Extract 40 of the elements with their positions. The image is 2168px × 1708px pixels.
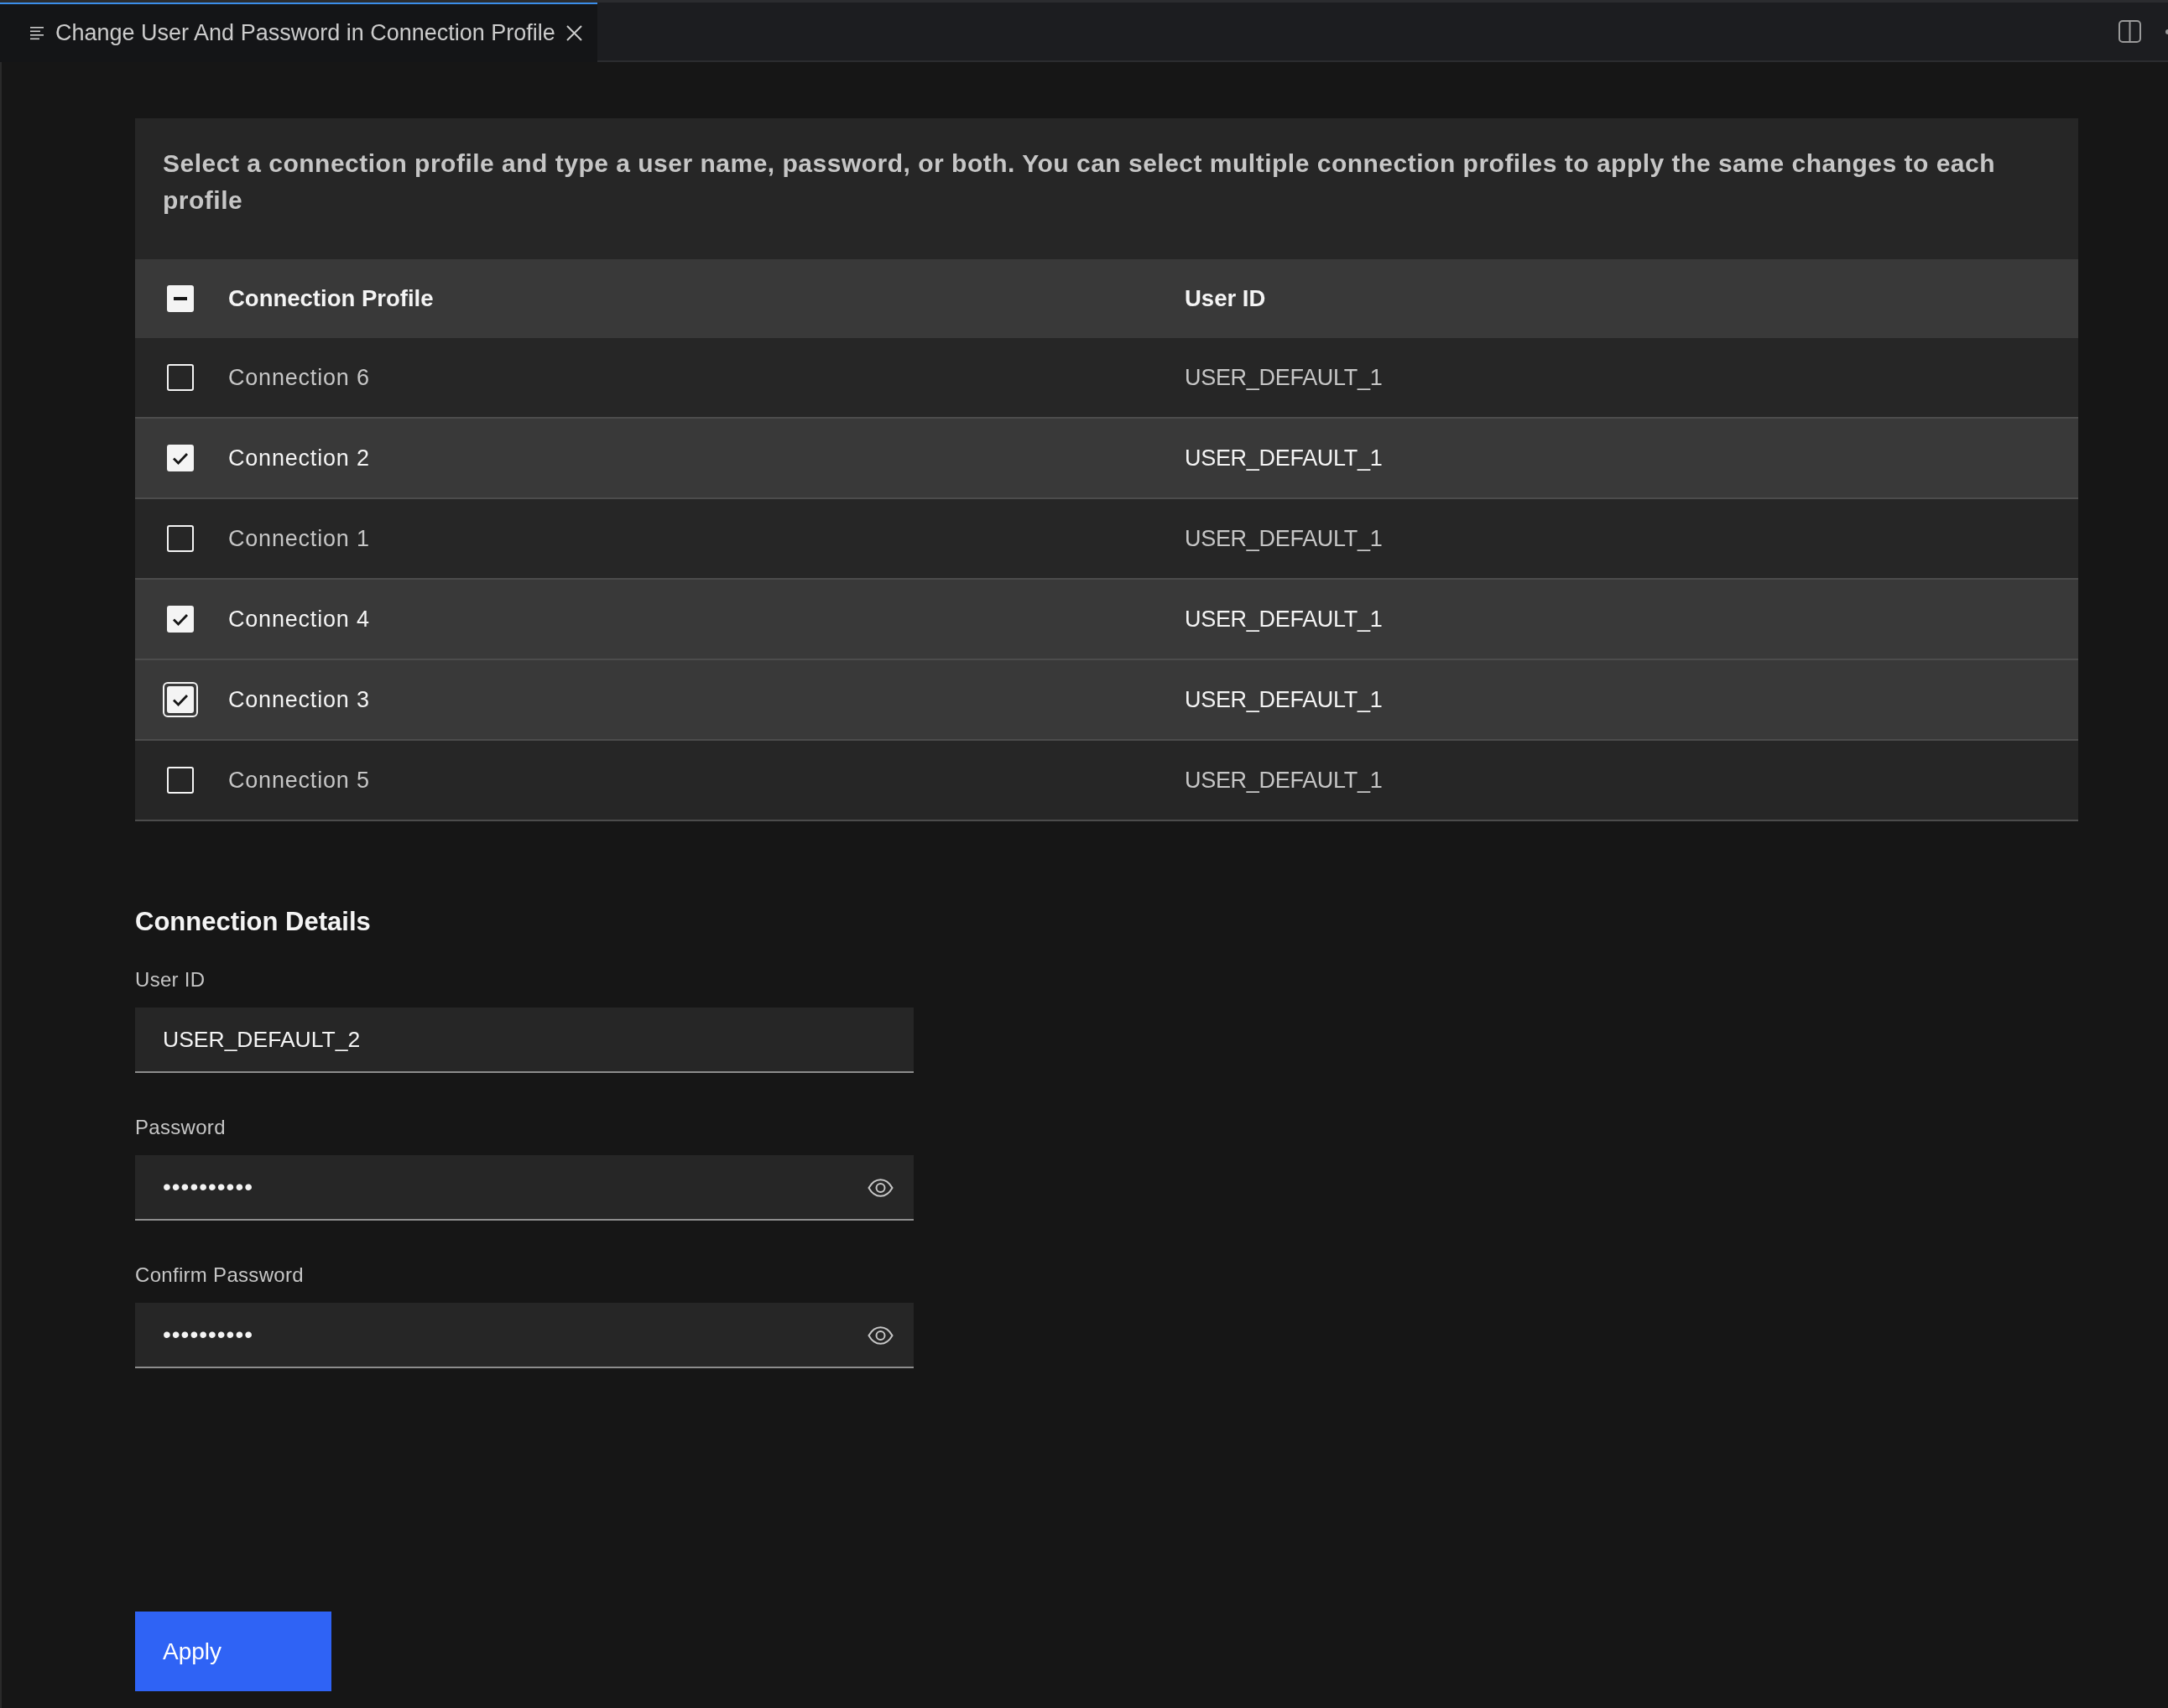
column-header: User ID [1185, 285, 1266, 312]
select-all-checkbox[interactable] [167, 285, 194, 312]
table-cell: USER_DEFAULT_1 [1185, 525, 1383, 552]
eye-icon[interactable] [868, 1179, 894, 1197]
table-cell: Connection 4 [228, 606, 370, 633]
row-checkbox[interactable] [167, 767, 194, 794]
row-checkbox[interactable] [167, 525, 194, 552]
table-cell: USER_DEFAULT_1 [1185, 445, 1383, 471]
table-cell: USER_DEFAULT_1 [1185, 767, 1383, 794]
table-cell: Connection 5 [228, 767, 370, 794]
apply-button[interactable]: Apply [135, 1612, 331, 1691]
row-checkbox[interactable] [167, 364, 194, 391]
table-cell: USER_DEFAULT_1 [1185, 364, 1383, 391]
table-cell: USER_DEFAULT_1 [1185, 606, 1383, 633]
field-label: User ID [135, 967, 206, 992]
table-cell: Connection 6 [228, 364, 370, 391]
field-label: Confirm Password [135, 1263, 304, 1288]
section-heading: Connection Details [135, 907, 371, 937]
split-editor-icon[interactable] [2118, 20, 2141, 43]
table-cell: Connection 2 [228, 445, 370, 471]
eye-icon[interactable] [868, 1326, 894, 1345]
row-checkbox[interactable] [167, 445, 194, 471]
checkmark-icon [172, 612, 189, 626]
editor-tab[interactable]: Change User And Password in Connection Profile [0, 3, 597, 62]
close-icon[interactable] [565, 25, 582, 41]
column-header: Connection Profile [228, 285, 434, 312]
password-field[interactable]: •••••••••• [135, 1155, 914, 1221]
row-checkbox[interactable] [167, 606, 194, 633]
table-cell: USER_DEFAULT_1 [1185, 686, 1383, 713]
table-cell: Connection 3 [228, 686, 370, 713]
input-field[interactable]: USER_DEFAULT_2 [135, 1008, 914, 1073]
field-label: Password [135, 1115, 226, 1140]
table-cell: Connection 1 [228, 525, 370, 552]
minus-icon [174, 297, 187, 300]
description-text: Select a connection profile and type a user name, password, or both. You can select multiple connection profiles to apply the same changes to each profile [163, 148, 1997, 216]
password-field[interactable]: •••••••••• [135, 1303, 914, 1368]
checkmark-icon [172, 693, 189, 706]
row-checkbox[interactable] [163, 682, 198, 717]
lines-icon [30, 26, 44, 40]
checkmark-icon [172, 451, 189, 465]
